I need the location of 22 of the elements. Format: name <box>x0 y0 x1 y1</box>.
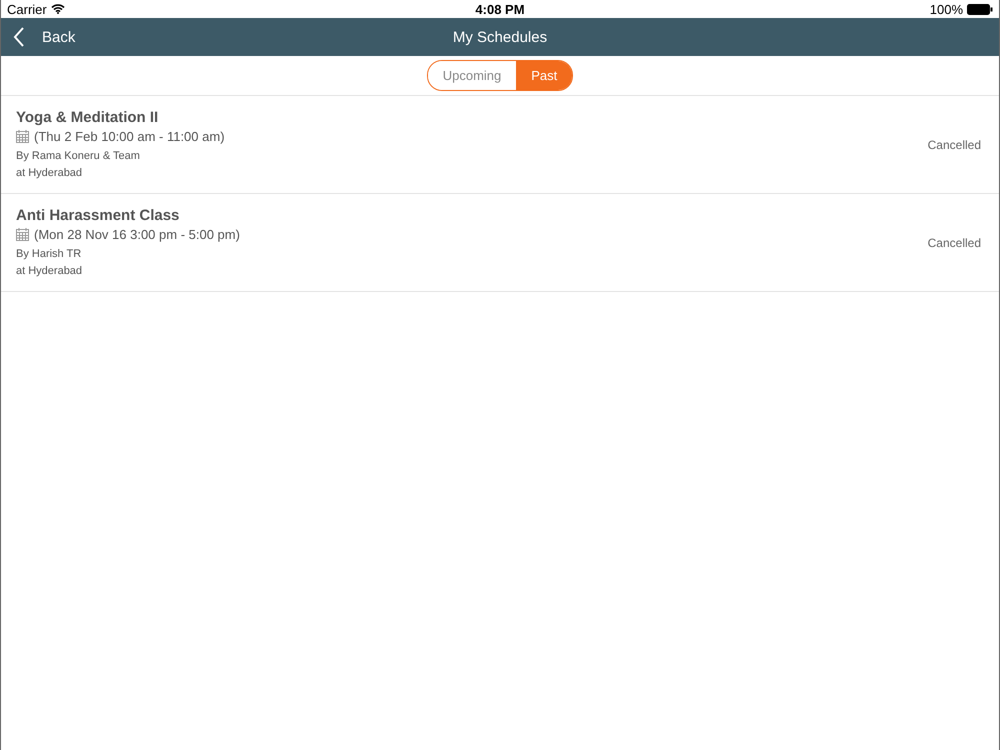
schedule-status: Cancelled <box>928 236 981 250</box>
schedule-item[interactable]: Yoga & Meditation II (Thu 2 Feb 10:00 am - 11:00 am) By Rama Koneru & Team at Hyderabad Cancelled <box>1 96 999 194</box>
schedule-location: at Hyderabad <box>16 166 84 180</box>
back-button[interactable]: Back <box>1 27 76 47</box>
schedule-title: Anti Harassment Class <box>16 206 180 224</box>
battery-percent: 100% <box>930 2 963 16</box>
schedule-title: Yoga & Meditation II <box>16 108 160 126</box>
battery-icon <box>967 4 993 14</box>
schedule-status: Cancelled <box>928 138 981 152</box>
schedule-location: at Hyderabad <box>16 264 84 278</box>
schedule-host: By Harish TR <box>16 246 82 262</box>
schedule-host: By Rama Koneru & Team <box>16 148 141 164</box>
wifi-icon <box>50 4 65 14</box>
schedule-item[interactable]: Anti Harassment Class (Mon 28 Nov 16 3:00 pm - 5:00 pm) By Harish TR at Hyderabad Cancelled <box>1 194 999 292</box>
page-title: My Schedules <box>452 28 548 46</box>
schedule-time: (Mon 28 Nov 16 3:00 pm - 5:00 pm) <box>34 226 240 242</box>
chevron-left-icon <box>13 27 25 47</box>
calendar-icon <box>16 228 29 240</box>
calendar-icon <box>16 130 29 142</box>
schedule-time: (Thu 2 Feb 10:00 am - 11:00 am) <box>34 128 225 144</box>
carrier-label: Carrier <box>7 2 47 16</box>
status-time: 4:08 PM <box>475 2 525 16</box>
